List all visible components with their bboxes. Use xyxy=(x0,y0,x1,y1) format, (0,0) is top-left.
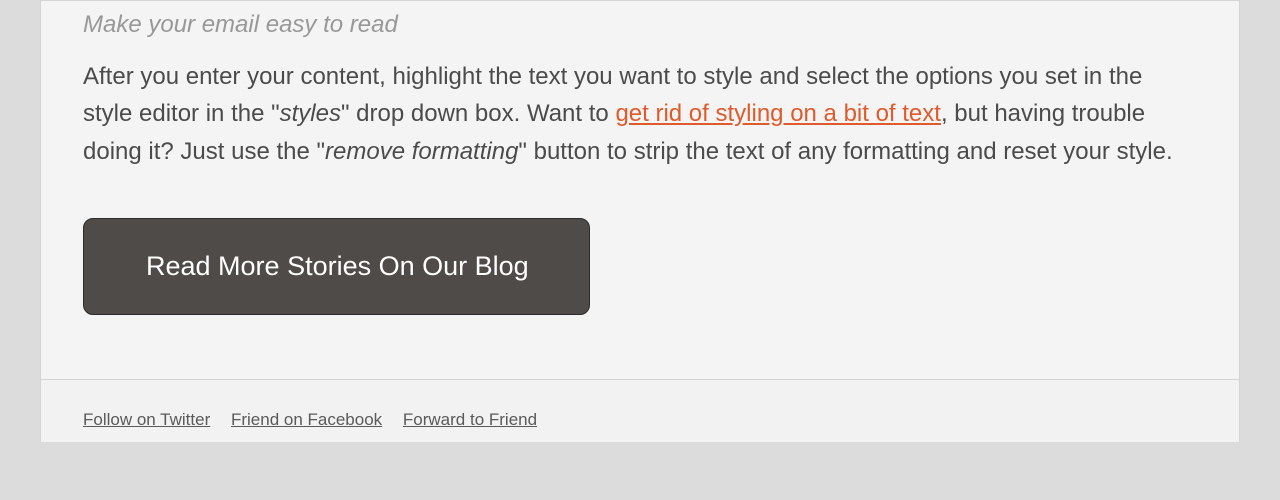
styles-em: styles xyxy=(280,100,341,127)
body-text-4: " button to strip the text of any format… xyxy=(518,138,1172,165)
footer: Follow on Twitter Friend on Facebook For… xyxy=(41,379,1239,442)
forward-friend-link[interactable]: Forward to Friend xyxy=(403,410,537,429)
follow-twitter-link[interactable]: Follow on Twitter xyxy=(83,410,210,429)
read-more-button[interactable]: Read More Stories On Our Blog xyxy=(83,218,590,315)
content-inner: Make your email easy to read After you e… xyxy=(41,9,1239,345)
remove-styling-link[interactable]: get rid of styling on a bit of text xyxy=(615,100,941,127)
content-card: Make your email easy to read After you e… xyxy=(40,0,1240,442)
friend-facebook-link[interactable]: Friend on Facebook xyxy=(231,410,382,429)
body-paragraph: After you enter your content, highlight … xyxy=(83,58,1197,170)
footer-links: Follow on Twitter Friend on Facebook For… xyxy=(83,410,1197,430)
body-text-2: " drop down box. Want to xyxy=(341,100,615,127)
remove-formatting-em: remove formatting xyxy=(325,138,518,165)
page-wrap: Make your email easy to read After you e… xyxy=(0,0,1280,442)
subheading: Make your email easy to read xyxy=(83,9,1197,40)
